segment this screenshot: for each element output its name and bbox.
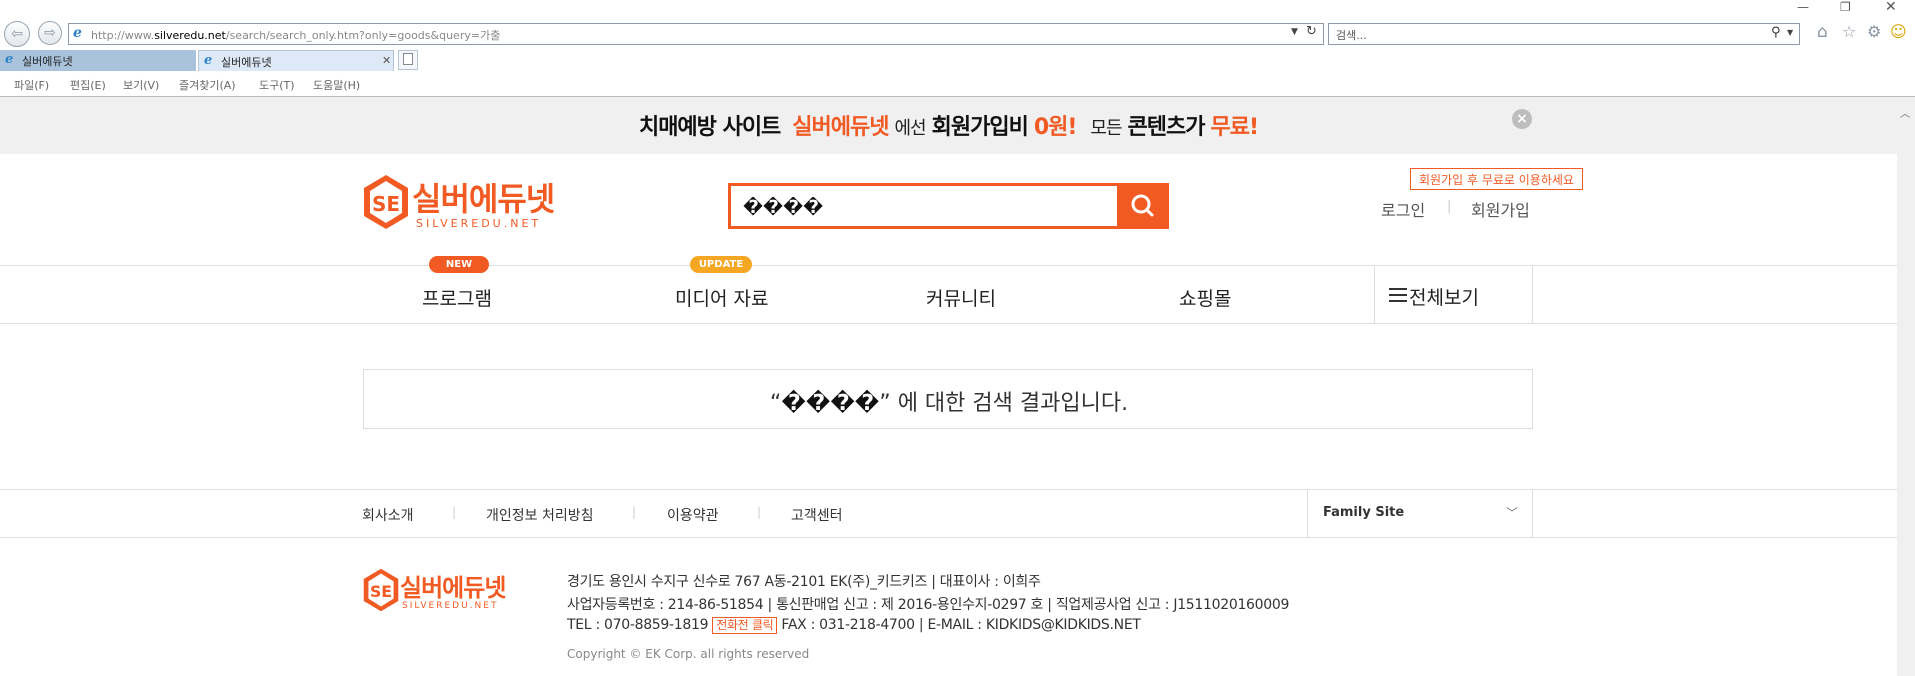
ie-page-icon: e bbox=[73, 25, 82, 41]
address-bar[interactable]: e http://www.silveredu.net/search/search… bbox=[68, 23, 1324, 45]
footer-divider bbox=[0, 489, 1897, 490]
logo-hex-icon: SE bbox=[364, 175, 408, 229]
site-search-box[interactable] bbox=[728, 183, 1169, 229]
tab-label: 실버에듀넷 bbox=[221, 56, 272, 69]
tab-label: 실버에듀넷 bbox=[22, 55, 73, 68]
family-site-label: Family Site bbox=[1323, 505, 1405, 520]
footer-link-support[interactable]: 고객센터 bbox=[791, 505, 843, 525]
banner-close-icon[interactable]: × bbox=[1512, 109, 1532, 129]
family-site-select[interactable]: Family Site ﹀ bbox=[1307, 489, 1533, 537]
divider: | bbox=[452, 505, 457, 519]
fax-email-text: FAX : 031-218-4700 | E-MAIL : KIDKIDS@KI… bbox=[781, 617, 1141, 633]
url-text[interactable]: http://www.silveredu.net/search/search_o… bbox=[91, 27, 500, 43]
nav-item-community[interactable]: 커뮤니티 bbox=[926, 284, 996, 311]
new-tab-icon bbox=[403, 53, 413, 65]
nav-divider bbox=[0, 265, 1897, 266]
gear-icon[interactable]: ⚙ bbox=[1867, 22, 1881, 41]
menu-edit[interactable]: 편집(E) bbox=[70, 77, 106, 93]
footer-link-terms[interactable]: 이용약관 bbox=[667, 505, 719, 525]
login-link[interactable]: 로그인 bbox=[1381, 197, 1425, 221]
hamburger-icon bbox=[1389, 288, 1407, 302]
forward-button[interactable]: ⇨ bbox=[38, 21, 62, 45]
menu-favorites[interactable]: 즐겨찾기(A) bbox=[179, 77, 236, 93]
browser-tab-1[interactable]: e 실버에듀넷 bbox=[0, 50, 196, 71]
search-icon bbox=[1131, 194, 1154, 217]
refresh-icon[interactable]: ↻ bbox=[1306, 24, 1317, 39]
chevron-down-icon: ﹀ bbox=[1506, 506, 1519, 520]
search-icon[interactable]: ⚲ bbox=[1771, 25, 1781, 40]
restore-icon[interactable]: ❐ bbox=[1840, 0, 1851, 14]
footer-link-company[interactable]: 회사소개 bbox=[362, 505, 414, 525]
minimize-icon[interactable]: — bbox=[1797, 0, 1809, 14]
menu-tools[interactable]: 도구(T) bbox=[259, 77, 295, 93]
join-tooltip: 회원가입 후 무료로 이용하세요 bbox=[1410, 168, 1583, 190]
footer-logo: SE 실버에듀넷 SILVEREDU.NET bbox=[362, 568, 532, 618]
footer-link-privacy[interactable]: 개인정보 처리방침 bbox=[486, 505, 594, 525]
svg-text:SE: SE bbox=[370, 582, 392, 601]
scroll-up-icon[interactable]: ︿ bbox=[1900, 105, 1910, 120]
ie-tab-icon: e bbox=[204, 53, 213, 68]
nav-divider bbox=[0, 323, 1897, 324]
menu-bar: 파일(F) 편집(E) 보기(V) 즐겨찾기(A) 도구(T) 도움말(H) bbox=[0, 73, 1915, 93]
search-result-box: “����” 에 대한 검색 결과입니다. bbox=[363, 369, 1533, 429]
back-button[interactable]: ⇦ bbox=[4, 21, 30, 47]
ie-tab-icon: e bbox=[5, 52, 14, 67]
close-window-icon[interactable]: ✕ bbox=[1885, 0, 1897, 15]
nav-item-program[interactable]: 프로그램 bbox=[422, 284, 492, 311]
divider: | bbox=[632, 505, 637, 519]
browser-search-placeholder: 검색... bbox=[1336, 29, 1367, 42]
new-tab-button[interactable] bbox=[398, 50, 418, 70]
nav-item-shop[interactable]: 쇼핑몰 bbox=[1179, 284, 1231, 311]
call-button[interactable]: 전화전 클릭 bbox=[712, 617, 778, 634]
browser-tab-2[interactable]: e 실버에듀넷 ✕ bbox=[198, 50, 394, 71]
divider: | bbox=[1447, 199, 1452, 214]
menu-help[interactable]: 도움말(H) bbox=[313, 77, 360, 93]
menu-view[interactable]: 보기(V) bbox=[123, 77, 159, 93]
contact-info: TEL : 070-8859-1819 전화전 클릭 FAX : 031-218-4… bbox=[567, 617, 1141, 634]
new-badge: NEW bbox=[429, 256, 489, 273]
banner-text: 치매예방 사이트 실버에듀넷 에선 회원가입비 0원! 모든 콘텐츠가 무료! bbox=[638, 115, 1259, 140]
tab-close-icon[interactable]: ✕ bbox=[382, 54, 391, 67]
vertical-scrollbar[interactable]: ︿ bbox=[1897, 97, 1915, 676]
logo-subtext: SILVEREDU.NET bbox=[402, 601, 499, 611]
site-logo[interactable]: SE 실버에듀넷 SILVEREDU.NET bbox=[362, 174, 562, 234]
favorites-star-icon[interactable]: ☆ bbox=[1842, 22, 1856, 41]
logo-text: 실버에듀넷 bbox=[412, 180, 555, 218]
browser-search-box[interactable]: 검색... ⚲ ▼ bbox=[1328, 23, 1800, 45]
site-search-button[interactable] bbox=[1117, 183, 1169, 229]
divider: | bbox=[757, 505, 762, 519]
site-search-input[interactable] bbox=[741, 194, 1075, 220]
tel-text: TEL : 070-8859-1819 bbox=[567, 617, 709, 633]
menu-file[interactable]: 파일(F) bbox=[14, 77, 49, 93]
copyright: Copyright © EK Corp. all rights reserved bbox=[567, 647, 810, 661]
dropdown-arrow-icon[interactable]: ▼ bbox=[1787, 28, 1793, 37]
update-badge: UPDATE bbox=[690, 256, 752, 273]
result-query: ���� bbox=[781, 391, 880, 416]
footer-divider bbox=[0, 537, 1897, 538]
home-icon[interactable]: ⌂ bbox=[1817, 22, 1828, 42]
business-info: 사업자등록번호 : 214-86-51854 | 통신판매업 신고 : 제 20… bbox=[567, 597, 1290, 613]
signup-link[interactable]: 회원가입 bbox=[1471, 197, 1530, 221]
all-view-button[interactable]: 전체보기 bbox=[1374, 265, 1533, 323]
nav-item-media[interactable]: 미디어 자료 bbox=[675, 284, 768, 311]
logo-text: 실버에듀넷 bbox=[400, 574, 506, 602]
browser-chrome: — ❐ ✕ ⇦ ⇨ e http://www.silveredu.net/sea… bbox=[0, 0, 1915, 97]
smiley-icon[interactable]: ☺ bbox=[1890, 22, 1907, 41]
company-address: 경기도 용인시 수지구 신수로 767 A동-2101 EK(주)_키드키즈 |… bbox=[567, 574, 1041, 590]
promo-banner: 치매예방 사이트 실버에듀넷 에선 회원가입비 0원! 모든 콘텐츠가 무료! … bbox=[0, 97, 1897, 154]
search-result-text: “����” 에 대한 검색 결과입니다. bbox=[769, 391, 1129, 416]
all-view-label: 전체보기 bbox=[1409, 287, 1479, 309]
logo-hex-icon: SE bbox=[363, 568, 399, 612]
svg-text:SE: SE bbox=[372, 192, 400, 216]
dropdown-arrow-icon[interactable]: ▼ bbox=[1291, 27, 1298, 37]
logo-subtext: SILVEREDU.NET bbox=[416, 217, 542, 230]
